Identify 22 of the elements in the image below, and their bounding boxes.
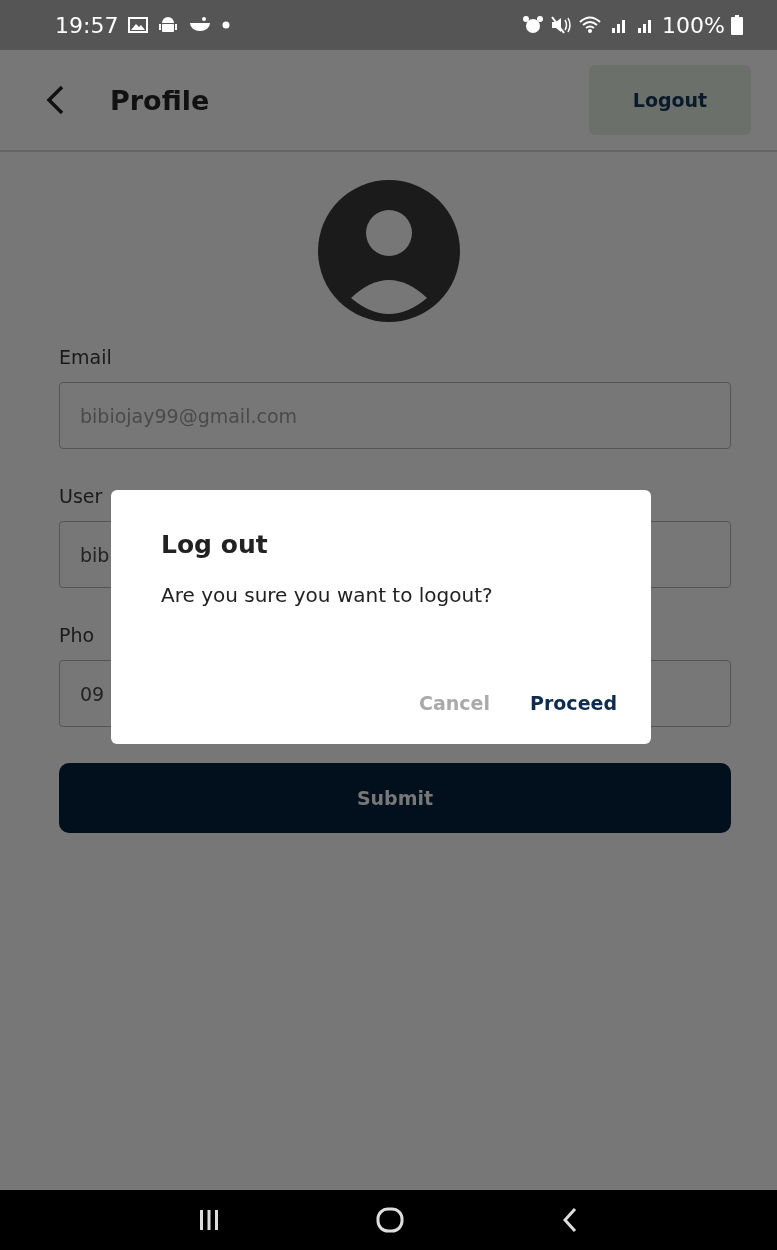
- dialog-message: Are you sure you want to logout?: [161, 583, 494, 607]
- home-icon[interactable]: [376, 1207, 405, 1233]
- field-label: Pho: [59, 624, 96, 646]
- android-icon: [158, 15, 179, 35]
- recent-apps-icon[interactable]: [198, 1209, 219, 1231]
- mute-icon: [550, 15, 573, 35]
- bowl-icon: [188, 16, 213, 34]
- dialog-title: Log out: [161, 530, 269, 559]
- field-label: User: [59, 485, 104, 507]
- field-label: Email: [59, 346, 113, 368]
- battery-icon: [731, 15, 743, 35]
- battery-percentage: 100%: [662, 12, 725, 38]
- logout-button[interactable]: Logout: [589, 65, 751, 135]
- avatar-icon: [317, 180, 460, 322]
- clock-time: 19:57: [55, 12, 119, 38]
- submit-button[interactable]: Submit: [59, 763, 731, 833]
- proceed-button[interactable]: Proceed: [530, 688, 617, 718]
- page-title: Profile: [110, 84, 211, 116]
- dot-icon: [222, 21, 231, 29]
- image-icon: [128, 17, 149, 33]
- cancel-button[interactable]: Cancel: [419, 688, 490, 718]
- back-icon[interactable]: [562, 1207, 579, 1233]
